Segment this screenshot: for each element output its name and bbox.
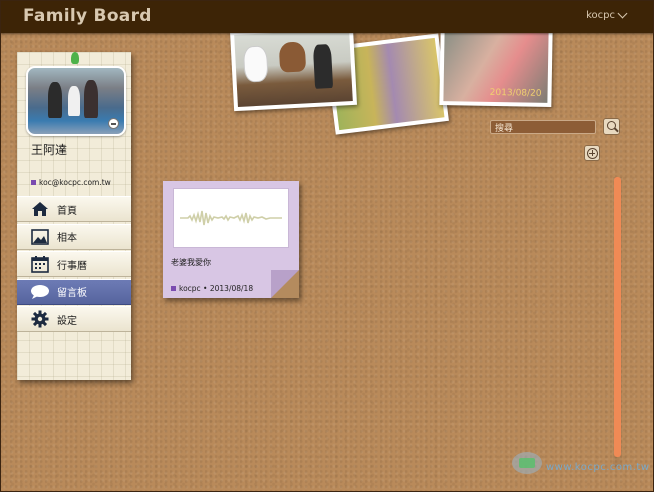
cow-figure: [242, 45, 269, 83]
sidebar-item-album[interactable]: 相本: [17, 223, 131, 250]
sidebar-item-label: 相本: [57, 233, 77, 244]
message-note[interactable]: 老婆我愛你 kocpc • 2013/08/18: [163, 181, 299, 298]
bear-figure: [278, 41, 307, 73]
gear-icon: [29, 308, 51, 330]
user-menu[interactable]: kocpc: [586, 8, 628, 21]
sidebar-item-settings[interactable]: 設定: [17, 306, 131, 332]
user-menu-label: kocpc: [586, 10, 615, 21]
home-icon: [29, 198, 51, 220]
photo-album-icon: [29, 226, 51, 248]
sidebar-item-calendar[interactable]: 行事曆: [17, 251, 131, 277]
scrollbar-thumb[interactable]: [614, 177, 621, 457]
top-bar: Family Board kocpc: [0, 0, 654, 33]
search-button[interactable]: [603, 118, 620, 135]
sidebar-item-label: 首頁: [57, 205, 77, 217]
board-photo-1[interactable]: [229, 24, 358, 112]
page-curl: [271, 270, 299, 298]
sidebar-item-label: 留言板: [57, 288, 87, 299]
watermark: www.kocpc.com.tw: [508, 444, 650, 484]
sidebar-item-message-board[interactable]: 留言板: [17, 278, 131, 305]
photo-image: [234, 29, 353, 107]
chevron-down-icon: [617, 8, 628, 19]
pushpin-icon: [71, 52, 79, 64]
sidebar-item-label: 設定: [57, 315, 77, 327]
add-note-button[interactable]: [584, 145, 600, 161]
search-input[interactable]: [490, 120, 596, 134]
app-title: Family Board: [23, 6, 152, 26]
sidebar-nav: 首頁 相本 行事曆 留言板 設定: [17, 196, 131, 334]
profile-email-text: koc@kocpc.com.tw: [39, 178, 111, 187]
note-text: 老婆我愛你: [171, 258, 211, 267]
profile-email: koc@kocpc.com.tw: [31, 178, 111, 187]
sidebar-item-label: 行事曆: [57, 260, 87, 272]
speech-bubble-icon: [29, 281, 51, 303]
watermark-text: www.kocpc.com.tw: [546, 462, 650, 473]
watermark-logo-icon: [512, 452, 542, 474]
note-meta-text: kocpc • 2013/08/18: [179, 284, 254, 293]
person-figure: [312, 44, 334, 89]
board-photo-3[interactable]: 2013/08/20: [439, 27, 553, 107]
calendar-icon: [29, 253, 51, 275]
avatar-edit-icon[interactable]: [108, 118, 119, 129]
photo-image: 2013/08/20: [443, 31, 549, 103]
profile-name: 王阿達: [31, 143, 68, 157]
tag-square-icon: [171, 286, 176, 291]
audio-waveform[interactable]: [173, 188, 289, 248]
sidebar-item-home[interactable]: 首頁: [17, 196, 131, 222]
photo-date-stamp: 2013/08/20: [489, 87, 542, 99]
tag-square-icon: [31, 180, 36, 185]
note-meta: kocpc • 2013/08/18: [171, 284, 253, 293]
